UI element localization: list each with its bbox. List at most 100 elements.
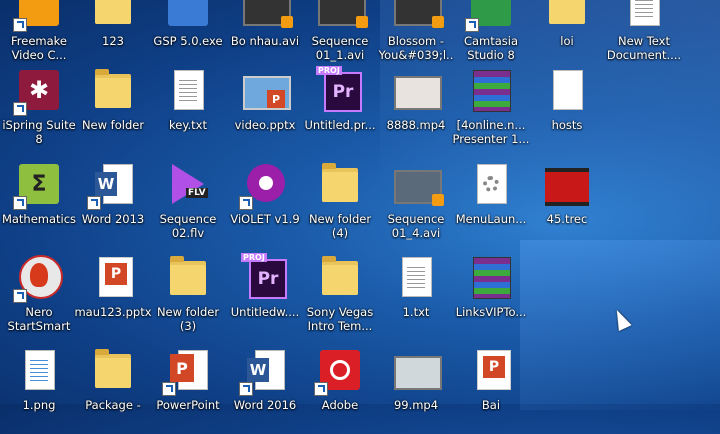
violet-icon [239, 160, 289, 210]
text-document-icon [164, 66, 212, 114]
desktop-icon-powerpoint[interactable]: P PowerPoint [149, 342, 227, 434]
desktop-icon-violet[interactable]: ViOLET v1.9 [226, 156, 304, 248]
desktop-icon-99-mp4[interactable]: 99.mp4 [377, 342, 455, 434]
desktop-icon-camtasia[interactable]: Camtasia Studio 8 [452, 0, 530, 70]
desktop-icon-freemake[interactable]: Freemake Video C... [0, 0, 78, 70]
desktop-icon-package[interactable]: Package - [74, 342, 152, 434]
desktop-icon-bai[interactable]: P Bai [452, 342, 530, 434]
desktop-icon-label: Bai [481, 398, 501, 412]
desktop-icon-label: GSP 5.0.exe [153, 34, 223, 48]
video-icon [392, 66, 442, 114]
desktop-icon-hosts[interactable]: hosts [528, 62, 606, 154]
desktop-icon-label: Freemake Video C... [11, 34, 67, 62]
desktop-icon-word-2016[interactable]: W Word 2016 [226, 342, 304, 434]
desktop-icon-sequence-01-4[interactable]: Sequence 01_4.avi [377, 156, 455, 248]
nero-icon [13, 253, 63, 303]
shortcut-arrow-icon [465, 18, 479, 32]
premiere-project-icon: Pr PROJ [316, 66, 364, 114]
folder-icon [316, 160, 364, 208]
desktop-icon-label: ViOLET v1.9 [230, 212, 300, 226]
desktop-icon-video-pptx[interactable]: P video.pptx [226, 62, 304, 154]
desktop-icon-adobe[interactable]: Adobe [301, 342, 379, 434]
desktop-icon-new-text-document[interactable]: New Text Document.... [605, 0, 683, 70]
shortcut-arrow-icon [13, 196, 27, 210]
folder-icon [316, 253, 364, 301]
desktop-icon-label: loi [560, 34, 574, 48]
desktop-icon-bo-nhau[interactable]: Bo nhau.avi [226, 0, 304, 70]
desktop-icon-untitled-pr[interactable]: Pr PROJ Untitled.pr... [301, 62, 379, 154]
desktop-icon-new-folder-3[interactable]: New folder (3) [149, 249, 227, 341]
desktop-icon-label: 1.png [22, 398, 56, 412]
winrar-icon [467, 253, 515, 301]
desktop-icon-label: Untitled.pr... [304, 118, 376, 132]
desktop-icon-1-txt[interactable]: 1.txt [377, 249, 455, 341]
desktop-icon-45-trec[interactable]: 45.trec [528, 156, 606, 248]
desktop-icon-label: 123 [102, 34, 124, 48]
shortcut-arrow-icon [314, 382, 328, 396]
desktop-icon-new-folder[interactable]: New folder [74, 62, 152, 154]
desktop-icon-gsp[interactable]: GSP 5.0.exe [149, 0, 227, 70]
powerpoint-icon: P [162, 346, 212, 396]
desktop-icon-mathematics[interactable]: Σ Mathematics [0, 156, 78, 248]
desktop-icon-label: hosts [551, 118, 583, 132]
desktop-icon-label: 1.txt [402, 305, 430, 319]
shortcut-arrow-icon [13, 289, 27, 303]
desktop-icon-label: 45.trec [546, 212, 588, 226]
desktop-icon-sequence-01-1[interactable]: Sequence 01_1.avi [301, 0, 379, 70]
desktop-icon-loi[interactable]: loi [528, 0, 606, 70]
gsp-icon [164, 0, 212, 30]
desktop-icon-label: Adobe [321, 398, 359, 412]
desktop-icon-4online[interactable]: [4online.n... Presenter 1... [452, 62, 530, 154]
word-icon: W [87, 160, 137, 210]
shortcut-arrow-icon [239, 382, 253, 396]
desktop-icon-label: New folder (4) [308, 212, 372, 240]
desktop-icon-label: New Text Document.... [606, 34, 682, 62]
winrar-icon [467, 66, 515, 114]
desktop-icon-label: Sony Vegas Intro Tem... [306, 305, 374, 333]
package-icon [89, 346, 137, 394]
shortcut-arrow-icon [13, 102, 27, 116]
desktop-icon-label: New folder (3) [156, 305, 220, 333]
shortcut-arrow-icon [13, 18, 27, 32]
video-icon [241, 0, 293, 30]
desktop-icon-1-png[interactable]: 1.png [0, 342, 78, 434]
desktop-icon-key-txt[interactable]: key.txt [149, 62, 227, 154]
pptx-icon: P [467, 346, 515, 394]
video-icon [392, 346, 442, 394]
shortcut-arrow-icon [239, 196, 253, 210]
file-icon [543, 66, 591, 114]
desktop-icon-label: New folder [81, 118, 145, 132]
desktop-icon-label: Package - [85, 398, 141, 412]
desktop-icon-sequence-02-flv[interactable]: FLV Sequence 02.flv [149, 156, 227, 248]
freemake-icon [13, 0, 63, 32]
video-icon [316, 0, 368, 30]
desktop-icon-linksvipto[interactable]: LinksVIPTo... [452, 249, 530, 341]
desktop-icon-label: MenuLaun... [455, 212, 527, 226]
desktop-icon-menulaun[interactable]: MenuLaun... [452, 156, 530, 248]
folder-icon [89, 66, 137, 114]
desktop-icon-ispring[interactable]: ✱ iSpring Suite 8 [0, 62, 78, 154]
desktop-icon-label: Mathematics [1, 212, 77, 226]
folder-icon [89, 0, 137, 30]
desktop-icon-label: video.pptx [234, 118, 296, 132]
desktop-icon-sony-vegas[interactable]: Sony Vegas Intro Tem... [301, 249, 379, 341]
desktop-icon-label: 8888.mp4 [386, 118, 446, 132]
image-icon [15, 346, 63, 394]
desktop-icon-label: Nero StartSmart [7, 305, 71, 333]
ispring-icon: ✱ [13, 66, 63, 116]
desktop-icon-123[interactable]: 123 [74, 0, 152, 70]
mouse-cursor-icon [610, 306, 632, 332]
desktop-icon-new-folder-4[interactable]: New folder (4) [301, 156, 379, 248]
desktop-icon-nero[interactable]: Nero StartSmart [0, 249, 78, 341]
folder-icon [164, 253, 212, 301]
desktop-icon-label: Word 2016 [233, 398, 297, 412]
desktop-icon-word-2013[interactable]: W Word 2013 [74, 156, 152, 248]
desktop-icon-mau123-pptx[interactable]: P mau123.pptx [74, 249, 152, 341]
desktop-icon-label: Camtasia Studio 8 [463, 34, 519, 62]
desktop-icon-blossom[interactable]: Blossom - You&#039;l... [377, 0, 455, 70]
desktop-icon-label: key.txt [169, 118, 207, 132]
desktop-icon-untitledw[interactable]: Pr PROJ Untitledw.... [226, 249, 304, 341]
desktop-icon-8888-mp4[interactable]: 8888.mp4 [377, 62, 455, 154]
desktop-icon-label: PowerPoint [156, 398, 220, 412]
desktop-icon-label: Sequence 01_1.avi [311, 34, 369, 62]
